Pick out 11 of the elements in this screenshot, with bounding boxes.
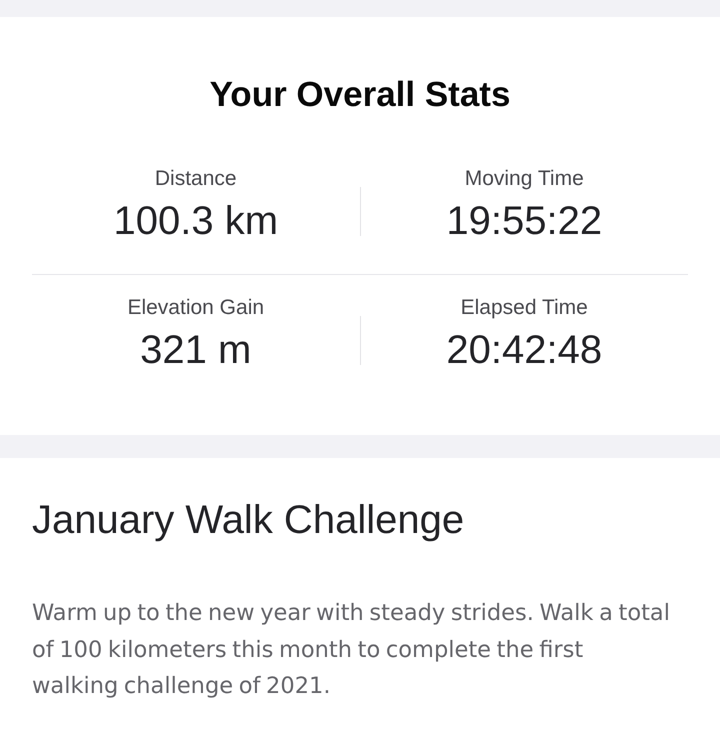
stat-value: 321 m (139, 327, 252, 373)
challenge-title: January Walk Challenge (32, 497, 466, 544)
stat-label: Elevation Gain (126, 295, 266, 321)
stat-value: 19:55:22 (445, 198, 604, 244)
challenge-description: Warm up to the new year with steady strides. Walk a total of 100 kilometers this month to complete the first walking challenge of 2021. (32, 599, 671, 701)
stat-label: Distance (154, 166, 238, 192)
stat-label: Elapsed Time (460, 295, 589, 321)
section-title: Your Overall Stats (208, 75, 512, 115)
stat-value: 100.3 km (112, 198, 280, 244)
stat-label: Moving Time (464, 166, 585, 192)
stat-value: 20:42:48 (445, 327, 604, 373)
